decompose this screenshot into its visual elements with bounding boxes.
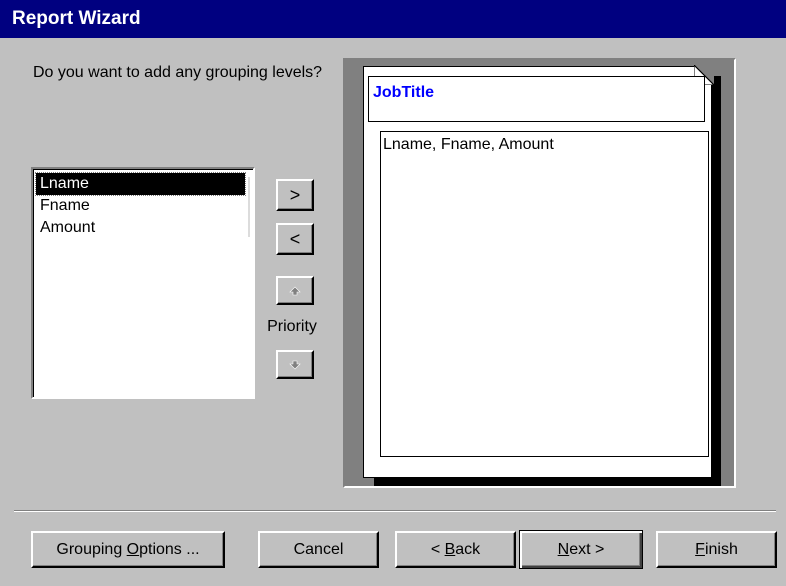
- remove-grouping-label: <: [289, 228, 301, 249]
- group-header-box: JobTitle: [368, 76, 705, 122]
- arrow-down-icon: [289, 360, 301, 369]
- finish-button[interactable]: Finish: [656, 531, 777, 568]
- list-item-fname[interactable]: Fname: [36, 195, 245, 217]
- back-button[interactable]: < Back: [395, 531, 516, 568]
- finish-label: Finish: [695, 540, 738, 558]
- list-item-amount[interactable]: Amount: [36, 217, 245, 239]
- priority-down-button[interactable]: [276, 350, 314, 379]
- grouping-options-button[interactable]: Grouping Options ...: [31, 531, 225, 568]
- arrow-up-icon: [289, 286, 301, 295]
- grouping-options-label: Grouping Options ...: [56, 540, 200, 558]
- priority-label: Priority: [267, 318, 317, 335]
- back-label: < Back: [430, 540, 481, 558]
- report-wizard-dialog: Report Wizard Do you want to add any gro…: [0, 0, 786, 586]
- priority-up-button[interactable]: [276, 276, 314, 305]
- footer-divider: [14, 510, 776, 512]
- available-fields-list[interactable]: Lname Fname Amount: [31, 167, 255, 399]
- cancel-label: Cancel: [293, 540, 344, 558]
- add-grouping-label: >: [289, 184, 301, 205]
- title-bar[interactable]: Report Wizard: [0, 0, 786, 38]
- next-button[interactable]: Next >: [519, 530, 643, 569]
- add-grouping-button[interactable]: >: [276, 179, 314, 211]
- list-item-lname[interactable]: Lname: [35, 172, 246, 196]
- remove-grouping-button[interactable]: <: [276, 223, 314, 255]
- group-header-label: JobTitle: [373, 84, 435, 101]
- cancel-button[interactable]: Cancel: [258, 531, 379, 568]
- prompt-text: Do you want to add any grouping levels?: [33, 64, 323, 81]
- detail-fields-label: Lname, Fname, Amount: [383, 136, 554, 153]
- detail-fields-box: Lname, Fname, Amount: [380, 131, 709, 457]
- list-scroll-track: [248, 177, 250, 237]
- next-label: Next >: [557, 540, 605, 558]
